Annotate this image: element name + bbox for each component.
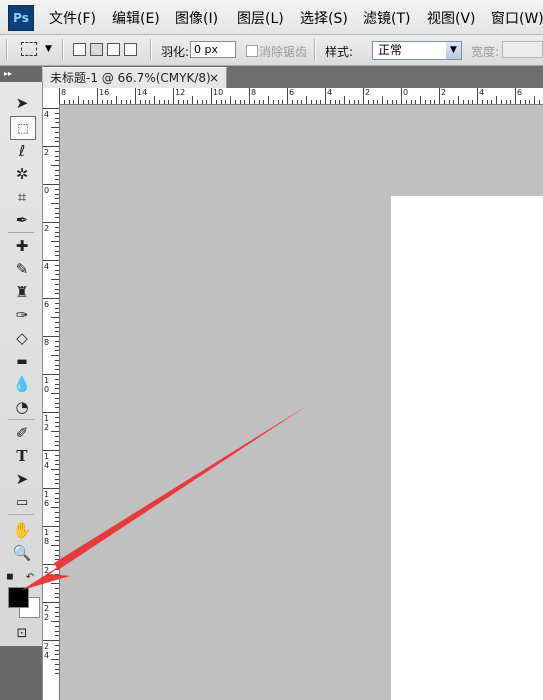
arrow-shaft	[54, 405, 308, 570]
arrow-head	[22, 563, 70, 590]
annotation-arrow	[22, 405, 308, 590]
